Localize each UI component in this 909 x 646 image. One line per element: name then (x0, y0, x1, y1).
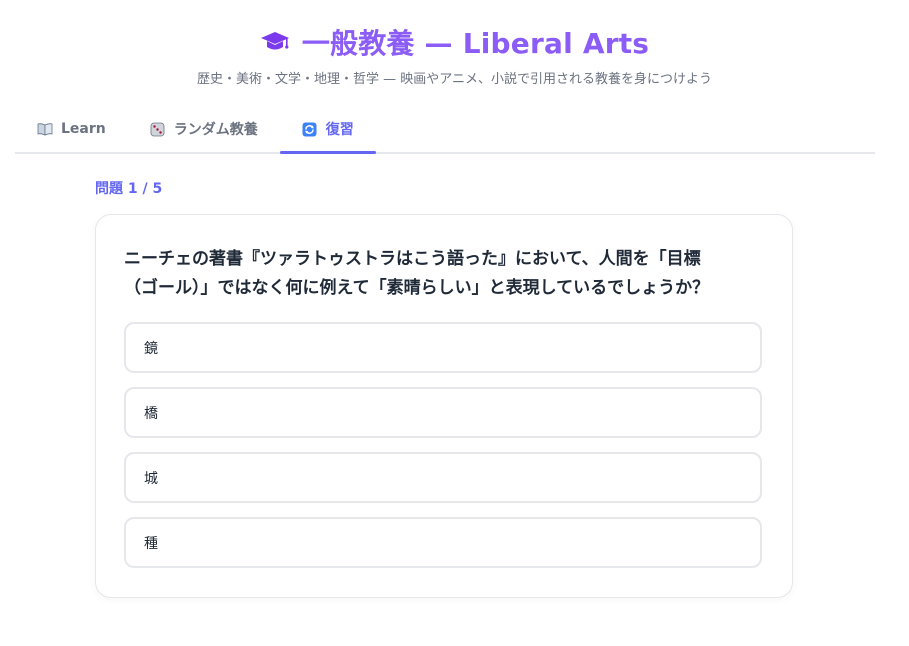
refresh-icon (302, 121, 318, 137)
answer-option[interactable]: 鏡 (124, 322, 762, 373)
page-header: 一般教養 — Liberal Arts 歴史・美術・文学・地理・哲学 — 映画や… (0, 0, 909, 87)
question-counter: 問題 1 / 5 (95, 181, 163, 197)
question-line-2: （ゴール）」ではなく何に例えて「素晴らしい」と表現しているでしょうか？ (124, 278, 710, 298)
answer-option[interactable]: 橋 (124, 387, 762, 438)
graduation-cap-icon (260, 32, 289, 50)
tab-learn-label: Learn (61, 121, 106, 137)
quiz-card: ニーチェの著書『ツァラトゥストラはこう語った』において、人間を「目標 （ゴール）… (95, 214, 793, 598)
question-text: ニーチェの著書『ツァラトゥストラはこう語った』において、人間を「目標 （ゴール）… (124, 245, 764, 303)
tab-random-label: ランダム教養 (173, 122, 258, 138)
page-subtitle: 歴史・美術・文学・地理・哲学 — 映画やアニメ、小説で引用される教養を身につけよ… (196, 72, 712, 87)
book-icon (37, 121, 53, 137)
dice-icon (150, 121, 166, 137)
question-line-1: ニーチェの著書『ツァラトゥストラはこう語った』において、人間を「目標 (124, 249, 701, 269)
answer-option[interactable]: 城 (124, 452, 762, 503)
tab-random[interactable]: ランダム教養 (128, 106, 280, 152)
title-row: 一般教養 — Liberal Arts (0, 22, 909, 62)
tab-learn[interactable]: Learn (15, 106, 128, 152)
page-title: 一般教養 — Liberal Arts (301, 27, 650, 60)
tab-review-label: 復習 (325, 122, 354, 138)
tab-bar: Learn ランダム教養 復習 (15, 106, 875, 154)
answer-option[interactable]: 種 (124, 517, 762, 568)
tab-review[interactable]: 復習 (279, 106, 376, 154)
